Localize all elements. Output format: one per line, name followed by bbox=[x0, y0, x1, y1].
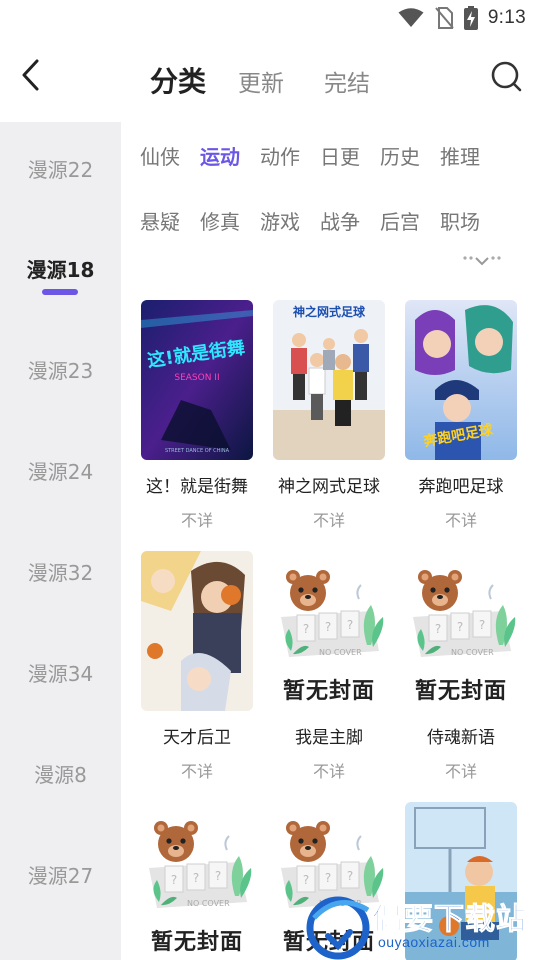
active-source-indicator bbox=[42, 289, 78, 295]
no-cover-placeholder: NO COVER 暂无封面 bbox=[405, 551, 517, 711]
no-cover-placeholder: NO COVER 暂无封面 bbox=[273, 551, 385, 711]
status-bar: 9:13 bbox=[0, 0, 540, 36]
category-tag[interactable]: 仙侠 bbox=[140, 141, 200, 170]
category-tag[interactable]: 日更 bbox=[320, 141, 380, 170]
wifi-icon bbox=[398, 8, 424, 27]
status-icons: 9:13 bbox=[398, 4, 526, 32]
comic-status: 不详 bbox=[444, 511, 477, 530]
comic-cover-image bbox=[141, 551, 253, 711]
category-tag[interactable]: 职场 bbox=[440, 206, 500, 235]
category-tag[interactable]: 后宫 bbox=[380, 206, 440, 235]
watermark-url: ouyaoxiazai.com bbox=[378, 934, 490, 950]
comic-title: 神之网式足球 bbox=[278, 477, 380, 497]
no-cover-label: NO COVER bbox=[451, 648, 494, 657]
svg-text:神之网式足球: 神之网式足球 bbox=[293, 304, 366, 319]
sidebar-item-source-34[interactable]: 漫源34 bbox=[0, 647, 121, 697]
category-tag-active[interactable]: 运动 bbox=[200, 141, 260, 170]
category-tag[interactable]: 推理 bbox=[440, 141, 500, 170]
no-sim-icon bbox=[435, 7, 454, 29]
comic-status: 不详 bbox=[180, 511, 213, 530]
comic-card[interactable]: NO COVER 暂无封面 bbox=[141, 802, 253, 960]
comic-card[interactable]: 奔跑吧足球 奔跑吧足球 不详 bbox=[405, 300, 517, 531]
category-tag[interactable]: 历史 bbox=[380, 141, 440, 170]
category-tag[interactable]: 游戏 bbox=[260, 206, 320, 235]
search-button[interactable] bbox=[490, 60, 524, 94]
comic-card[interactable]: NO COVER 暂无封面 我是主脚 不详 bbox=[273, 551, 385, 782]
category-row-1: 仙侠 运动 动作 日更 历史 推理 bbox=[140, 141, 500, 170]
comic-cover-image: 神之网式足球 bbox=[273, 300, 385, 460]
no-cover-text: 暂无封面 bbox=[282, 679, 375, 704]
comic-status: 不详 bbox=[444, 762, 477, 781]
sidebar-item-source-24[interactable]: 漫源24 bbox=[0, 445, 121, 495]
sidebar-item-source-23[interactable]: 漫源23 bbox=[0, 344, 121, 394]
sidebar-item-source-32[interactable]: 漫源32 bbox=[0, 546, 121, 596]
comic-cover-image: 奔跑吧足球 bbox=[405, 300, 517, 460]
comic-status: 不详 bbox=[312, 762, 345, 781]
comic-card[interactable]: 天才后卫 不详 bbox=[141, 551, 253, 782]
comic-card[interactable]: NO COVER 暂无封面 侍魂新语 不详 bbox=[405, 551, 517, 782]
expand-categories-button[interactable] bbox=[462, 252, 502, 272]
search-icon bbox=[491, 61, 522, 92]
watermark-logo-icon bbox=[306, 896, 370, 960]
watermark-title: 偶要下载站 bbox=[372, 902, 527, 938]
category-tag[interactable]: 修真 bbox=[200, 206, 260, 235]
tab-category[interactable]: 分类 bbox=[150, 60, 206, 100]
sidebar-item-source-8[interactable]: 漫源8 bbox=[0, 748, 121, 798]
chevron-left-icon bbox=[22, 59, 39, 91]
category-tag[interactable]: 动作 bbox=[260, 141, 320, 170]
svg-text:STREET DANCE OF CHINA: STREET DANCE OF CHINA bbox=[165, 448, 230, 454]
comic-status: 不详 bbox=[312, 511, 345, 530]
category-tag[interactable]: 战争 bbox=[320, 206, 380, 235]
battery-charging-icon bbox=[463, 6, 478, 30]
chevron-down-icon bbox=[463, 256, 501, 266]
sidebar-item-source-18[interactable]: 漫源18 bbox=[0, 243, 121, 293]
category-row-2: 悬疑 修真 游戏 战争 后宫 职场 bbox=[140, 206, 500, 235]
tab-completed[interactable]: 完结 bbox=[324, 64, 370, 98]
comic-title: 这！就是街舞 bbox=[146, 477, 248, 497]
comic-title: 奔跑吧足球 bbox=[418, 477, 504, 497]
header: 分类 更新 完结 bbox=[0, 50, 540, 120]
comic-title: 天才后卫 bbox=[163, 728, 231, 748]
comic-cover-image: 这!就是街舞 SEASON II STREET DANCE OF CHINA bbox=[141, 300, 253, 460]
svg-text:SEASON II: SEASON II bbox=[174, 373, 219, 383]
tab-updates[interactable]: 更新 bbox=[238, 64, 284, 98]
sidebar-item-source-22[interactable]: 漫源22 bbox=[0, 143, 121, 193]
comic-title: 我是主脚 bbox=[295, 728, 363, 748]
no-cover-placeholder: NO COVER 暂无封面 bbox=[141, 802, 253, 960]
back-button[interactable] bbox=[14, 58, 48, 92]
comic-title: 侍魂新语 bbox=[427, 728, 495, 748]
tab-bar: 分类 更新 完结 bbox=[150, 60, 410, 100]
site-watermark: 偶要下载站 ouyaoxiazai.com bbox=[300, 888, 540, 960]
comic-card[interactable]: 神之网式足球 神之网式足球 不详 bbox=[273, 300, 385, 531]
comic-card[interactable]: 这!就是街舞 SEASON II STREET DANCE OF CHINA 这… bbox=[141, 300, 253, 531]
status-time: 9:13 bbox=[487, 7, 526, 28]
no-cover-text: 暂无封面 bbox=[414, 679, 507, 704]
comic-status: 不详 bbox=[180, 762, 213, 781]
no-cover-label: NO COVER bbox=[187, 899, 230, 908]
sidebar-item-source-27[interactable]: 漫源27 bbox=[0, 849, 121, 899]
source-sidebar: 漫源22 漫源18 漫源23 漫源24 漫源32 漫源34 漫源8 漫源27 bbox=[0, 122, 121, 960]
category-tag[interactable]: 悬疑 bbox=[140, 206, 200, 235]
no-cover-text: 暂无封面 bbox=[150, 930, 243, 955]
no-cover-label: NO COVER bbox=[319, 648, 362, 657]
